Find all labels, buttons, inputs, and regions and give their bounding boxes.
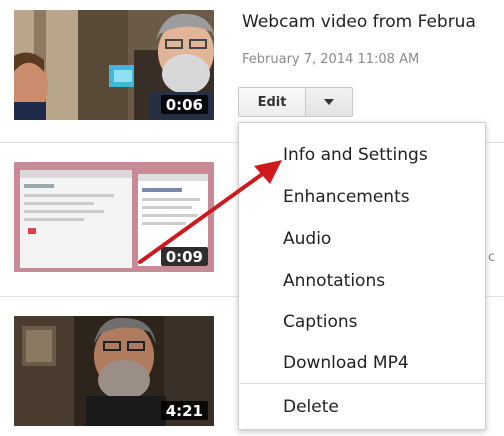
video-thumbnail-1[interactable]: 0:06 — [14, 10, 214, 120]
video-duration: 0:06 — [160, 95, 208, 114]
video-date: February 7, 2014 11:08 AM — [242, 52, 420, 67]
menu-item-delete[interactable]: Delete — [283, 397, 339, 417]
menu-item-info-and-settings[interactable]: Info and Settings — [283, 145, 428, 165]
video-thumbnail-2[interactable]: 0:09 — [14, 162, 214, 272]
edit-button[interactable]: Edit — [238, 87, 306, 117]
edit-split-button: Edit — [238, 87, 353, 117]
caret-down-icon — [324, 99, 334, 105]
truncated-text: c — [488, 250, 496, 265]
edit-dropdown-menu: Info and Settings Enhancements Audio Ann… — [238, 122, 486, 430]
menu-item-audio[interactable]: Audio — [283, 229, 331, 249]
menu-item-enhancements[interactable]: Enhancements — [283, 187, 410, 207]
video-thumbnail-3[interactable]: 4:21 — [14, 316, 214, 426]
menu-item-annotations[interactable]: Annotations — [283, 271, 385, 291]
menu-item-captions[interactable]: Captions — [283, 312, 358, 332]
video-title[interactable]: Webcam video from Februa — [242, 12, 476, 32]
video-duration: 4:21 — [160, 401, 208, 420]
menu-item-download-mp4[interactable]: Download MP4 — [283, 353, 409, 373]
video-manager-screen: 0:06 Webcam video from Februa February 7… — [0, 0, 504, 436]
edit-dropdown-toggle[interactable] — [306, 87, 353, 117]
video-duration: 0:09 — [160, 247, 208, 266]
menu-divider — [239, 383, 485, 384]
